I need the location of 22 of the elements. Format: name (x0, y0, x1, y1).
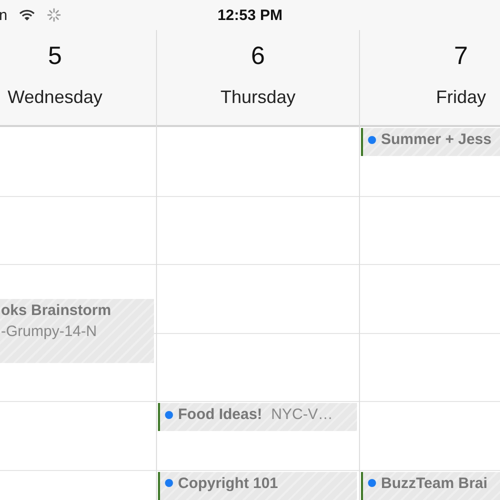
event-block[interactable]: Copyright 101 (158, 472, 357, 500)
day-name: Wednesday (8, 87, 102, 108)
event-block[interactable]: Food Ideas! NYC-V… (158, 403, 357, 432)
day-number: 7 (454, 42, 468, 71)
carrier-name: n (0, 6, 8, 24)
day-number: 5 (48, 42, 62, 71)
event-block[interactable]: oks Brainstorm -Grumpy-14-N (0, 299, 154, 364)
activity-spinner-icon (47, 8, 62, 22)
event-block[interactable]: BuzzTeam Brai (361, 472, 500, 500)
event-block[interactable]: Summer + Jess (361, 128, 500, 156)
event-title: Food Ideas! (178, 406, 262, 424)
event-location: NYC-V… (271, 406, 333, 424)
wifi-icon (19, 9, 36, 21)
day-name: Friday (436, 87, 486, 108)
day-name: Thursday (220, 87, 296, 108)
status-time: 12:53 PM (216, 6, 284, 24)
day-number: 6 (251, 42, 265, 71)
event-location: -Grumpy-14-N (1, 323, 98, 340)
event-title: BuzzTeam Brai (381, 474, 488, 492)
event-title: Copyright 101 (178, 474, 278, 492)
event-title: Summer + Jess (381, 131, 492, 148)
event-title: oks Brainstorm (1, 302, 112, 320)
